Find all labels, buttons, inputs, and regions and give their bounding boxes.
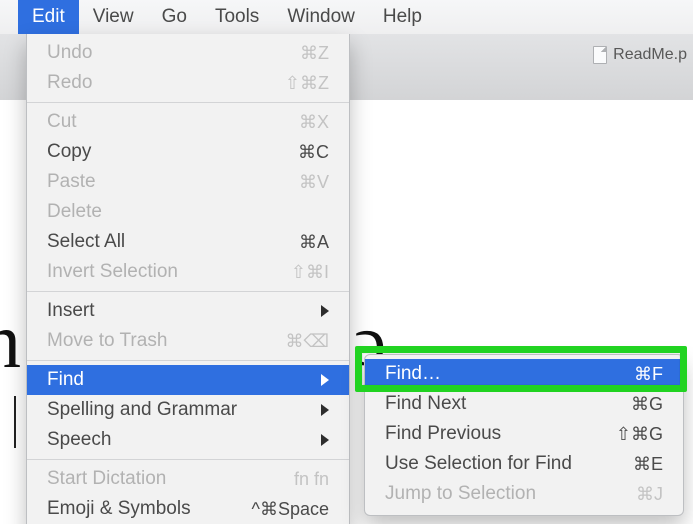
menu-item-speech[interactable]: Speech (27, 425, 349, 455)
menu-item-select-all[interactable]: Select All ⌘A (27, 227, 349, 257)
submenu-use-selection-shortcut: ⌘E (633, 454, 663, 475)
menu-item-trash-label: Move to Trash (47, 330, 286, 352)
submenu-item-find[interactable]: Find… ⌘F (365, 359, 683, 389)
menu-item-emoji-shortcut: ^⌘Space (252, 499, 329, 520)
menu-item-insert[interactable]: Insert (27, 296, 349, 326)
submenu-find-next-shortcut: ⌘G (631, 394, 663, 415)
submenu-find-prev-label: Find Previous (385, 423, 616, 445)
menu-item-copy-label: Copy (47, 141, 298, 163)
menu-window-label: Window (287, 6, 355, 28)
menu-item-dictation-label: Start Dictation (47, 468, 294, 490)
menu-tools[interactable]: Tools (201, 0, 273, 34)
document-glyph-left: n (0, 296, 19, 386)
submenu-arrow-icon (321, 374, 329, 386)
system-menubar: Edit View Go Tools Window Help (0, 0, 693, 34)
menu-go-label: Go (162, 6, 187, 28)
menu-item-emoji[interactable]: Emoji & Symbols ^⌘Space (27, 494, 349, 524)
menu-separator (27, 360, 349, 361)
menu-item-trash-shortcut: ⌘⌫ (286, 331, 329, 352)
menu-window[interactable]: Window (273, 0, 369, 34)
menu-item-spelling[interactable]: Spelling and Grammar (27, 395, 349, 425)
submenu-jump-shortcut: ⌘J (636, 484, 663, 505)
menu-separator (27, 102, 349, 103)
submenu-arrow-icon (321, 434, 329, 446)
toolbar-readme-chip[interactable]: ReadMe.p (593, 46, 687, 64)
menu-tools-label: Tools (215, 6, 259, 28)
submenu-use-selection-label: Use Selection for Find (385, 453, 633, 475)
menu-separator (27, 291, 349, 292)
menu-view[interactable]: View (79, 0, 148, 34)
submenu-find-label: Find… (385, 363, 634, 385)
menu-help[interactable]: Help (369, 0, 436, 34)
menu-item-redo: Redo ⇧⌘Z (27, 68, 349, 98)
submenu-find-shortcut: ⌘F (634, 364, 663, 385)
menu-item-cut-shortcut: ⌘X (299, 112, 329, 133)
menu-item-copy-shortcut: ⌘C (298, 142, 329, 163)
menu-help-label: Help (383, 6, 422, 28)
menu-item-speech-label: Speech (47, 429, 313, 451)
submenu-find-next-label: Find Next (385, 393, 631, 415)
menu-edit[interactable]: Edit (18, 0, 79, 34)
menu-item-select-all-shortcut: ⌘A (299, 232, 329, 253)
menu-item-find-label: Find (47, 369, 313, 391)
submenu-arrow-icon (321, 305, 329, 317)
menu-item-delete-label: Delete (47, 201, 329, 223)
menu-item-cut: Cut ⌘X (27, 107, 349, 137)
menu-item-spelling-label: Spelling and Grammar (47, 399, 313, 421)
edit-menu-panel: Undo ⌘Z Redo ⇧⌘Z Cut ⌘X Copy ⌘C Paste ⌘V… (26, 34, 350, 524)
menu-item-cut-label: Cut (47, 111, 299, 133)
submenu-jump-label: Jump to Selection (385, 483, 636, 505)
menu-item-paste: Paste ⌘V (27, 167, 349, 197)
menu-item-paste-label: Paste (47, 171, 299, 193)
menu-view-label: View (93, 6, 134, 28)
menu-item-invert-selection: Invert Selection ⇧⌘I (27, 257, 349, 287)
menu-item-invert-shortcut: ⇧⌘I (291, 262, 329, 283)
menu-separator (27, 459, 349, 460)
menu-item-redo-label: Redo (47, 72, 285, 94)
menu-item-undo: Undo ⌘Z (27, 38, 349, 68)
menu-item-invert-label: Invert Selection (47, 261, 291, 283)
menu-item-redo-shortcut: ⇧⌘Z (285, 73, 329, 94)
menu-item-delete: Delete (27, 197, 349, 227)
submenu-arrow-icon (321, 404, 329, 416)
submenu-item-find-next[interactable]: Find Next ⌘G (365, 389, 683, 419)
menu-item-insert-label: Insert (47, 300, 313, 322)
menu-item-find[interactable]: Find (27, 365, 349, 395)
menu-item-start-dictation: Start Dictation fn fn (27, 464, 349, 494)
submenu-item-find-previous[interactable]: Find Previous ⇧⌘G (365, 419, 683, 449)
menu-item-paste-shortcut: ⌘V (299, 172, 329, 193)
menu-item-emoji-label: Emoji & Symbols (47, 498, 252, 520)
text-caret (14, 396, 16, 448)
submenu-item-jump: Jump to Selection ⌘J (365, 479, 683, 509)
menu-item-move-to-trash: Move to Trash ⌘⌫ (27, 326, 349, 356)
menu-item-dictation-shortcut: fn fn (294, 469, 329, 490)
menu-item-select-all-label: Select All (47, 231, 299, 253)
toolbar-readme-label: ReadMe.p (613, 46, 687, 64)
menu-edit-label: Edit (32, 6, 65, 28)
find-submenu-panel: Find… ⌘F Find Next ⌘G Find Previous ⇧⌘G … (364, 354, 684, 516)
menu-item-copy[interactable]: Copy ⌘C (27, 137, 349, 167)
menu-item-undo-shortcut: ⌘Z (300, 43, 329, 64)
menu-go[interactable]: Go (148, 0, 201, 34)
menu-item-undo-label: Undo (47, 42, 300, 64)
document-icon (593, 46, 607, 64)
submenu-find-prev-shortcut: ⇧⌘G (616, 424, 663, 445)
submenu-item-use-selection[interactable]: Use Selection for Find ⌘E (365, 449, 683, 479)
